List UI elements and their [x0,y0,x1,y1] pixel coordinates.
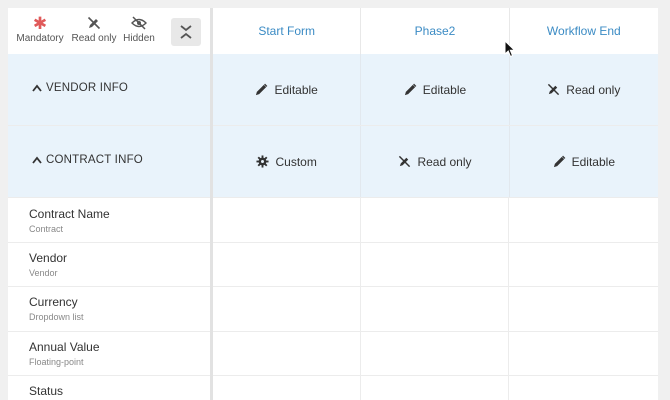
permission-label: Editable [274,82,318,97]
section-row-vendor-info: Editable Editable Read only [213,54,658,126]
field-permission-cell[interactable] [213,332,361,375]
fields-column: ✱ Mandatory Read only Hidden VENDOR INFO… [8,8,210,400]
permission-cell[interactable]: Read only [361,126,510,197]
field-permission-cell[interactable] [361,376,509,400]
section-contract-info[interactable]: CONTRACT INFO [8,126,210,198]
permission-cell[interactable]: Editable [213,54,362,125]
permission-cell[interactable]: Custom [213,126,362,197]
pencil-icon [553,155,565,168]
form-permissions-panel: ✱ Mandatory Read only Hidden VENDOR INFO… [8,8,658,400]
permission-label: Editable [422,82,467,97]
collapse-chevrons-icon [180,25,192,39]
stage-headers: Start Form Phase2 Workflow End [213,8,658,55]
field-permission-cell[interactable] [361,287,509,331]
field-name: Status [29,384,64,398]
field-permission-cell[interactable] [213,376,361,400]
section-title: VENDOR INFO [46,82,129,94]
field-type: Dropdown list [29,312,84,322]
section-toggle[interactable]: CONTRACT INFO [30,154,143,166]
field-permission-cell[interactable] [509,376,658,400]
permission-label: Read only [417,154,472,169]
field-row-contract-name[interactable]: Contract Name Contract [8,198,210,243]
eye-slash-icon [109,16,169,32]
pencil-icon [256,83,268,96]
field-grid-row [213,332,658,376]
section-toggle[interactable]: VENDOR INFO [30,82,128,94]
field-permission-cell[interactable] [213,243,361,286]
field-permission-cell[interactable] [361,332,509,375]
field-type: Vendor [29,268,58,278]
field-name: Currency [29,295,78,309]
legend-hidden-label: Hidden [123,33,155,44]
section-row-contract-info: Custom Read only Editable [213,126,658,198]
mouse-cursor-icon [504,40,516,58]
section-vendor-info[interactable]: VENDOR INFO [8,54,210,126]
chevron-up-icon [32,84,42,92]
column-header-start-form[interactable]: Start Form [213,8,362,54]
field-permission-cell[interactable] [213,287,361,331]
chevron-up-icon [32,156,42,164]
read-only-pencil-icon [399,155,411,168]
field-name: Vendor [29,251,68,265]
field-row-vendor[interactable]: Vendor Vendor [8,243,210,287]
column-header-workflow-end[interactable]: Workflow End [510,8,658,54]
permission-label: Custom [275,154,317,169]
column-header-phase2[interactable]: Phase2 [361,8,510,54]
collapse-all-button[interactable] [171,18,201,46]
field-permission-cell[interactable] [509,198,658,242]
field-row-currency[interactable]: Currency Dropdown list [8,287,210,332]
field-permission-cell[interactable] [509,332,658,375]
section-title: CONTRACT INFO [46,154,143,166]
field-permission-cell[interactable] [361,243,509,286]
legend-hidden: Hidden [109,16,169,44]
permission-label: Editable [571,154,615,169]
permission-cell[interactable]: Editable [510,126,658,197]
field-type: Contract [29,224,64,234]
field-grid-row [213,243,658,287]
field-row-status[interactable]: Status [8,376,210,400]
field-permission-cell[interactable] [509,287,658,331]
legend-mandatory-label: Mandatory [16,33,64,44]
stage-grid: Start Form Phase2 Workflow End Editable … [213,8,658,400]
legend-mandatory: ✱ Mandatory [10,14,70,44]
field-grid-row [213,376,658,400]
field-grid-row [213,198,658,243]
field-row-annual-value[interactable]: Annual Value Floating-point [8,332,210,376]
field-permission-cell[interactable] [213,198,361,242]
field-name: Contract Name [29,207,110,221]
field-permission-cell[interactable] [361,198,509,242]
field-type: Floating-point [29,357,84,367]
field-grid-row [213,287,658,332]
pencil-icon [404,83,417,96]
gear-icon [256,155,270,168]
permission-cell[interactable]: Read only [510,54,658,125]
legend: ✱ Mandatory Read only Hidden [8,8,210,54]
permission-cell[interactable]: Editable [361,54,510,125]
field-name: Annual Value [29,340,100,354]
field-permission-cell[interactable] [509,243,658,286]
asterisk-icon: ✱ [32,14,48,33]
permission-label: Read only [566,82,621,97]
read-only-pencil-icon [548,83,560,96]
